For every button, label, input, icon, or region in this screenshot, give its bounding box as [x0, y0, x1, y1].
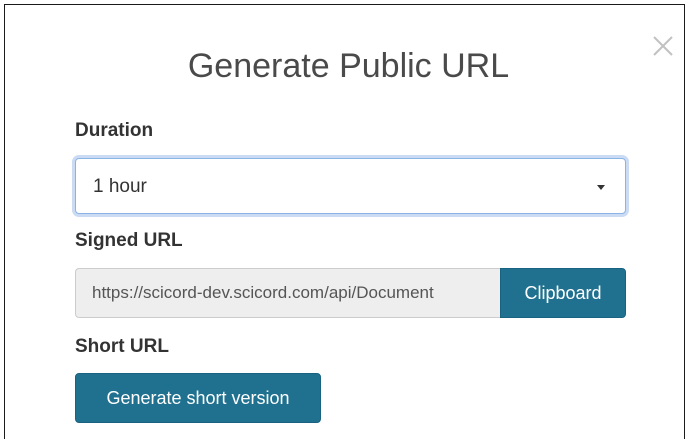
- generate-short-version-button[interactable]: Generate short version: [75, 373, 321, 423]
- duration-selected-value: 1 hour: [93, 176, 147, 197]
- dialog-title: Generate Public URL: [187, 47, 510, 85]
- signed-url-field[interactable]: [75, 268, 501, 318]
- clipboard-button[interactable]: Clipboard: [500, 268, 626, 318]
- chevron-down-icon: [597, 185, 605, 190]
- signed-url-label: Signed URL: [75, 230, 183, 251]
- duration-select[interactable]: 1 hour: [75, 158, 626, 214]
- short-url-label: Short URL: [75, 336, 169, 357]
- duration-label: Duration: [75, 120, 154, 141]
